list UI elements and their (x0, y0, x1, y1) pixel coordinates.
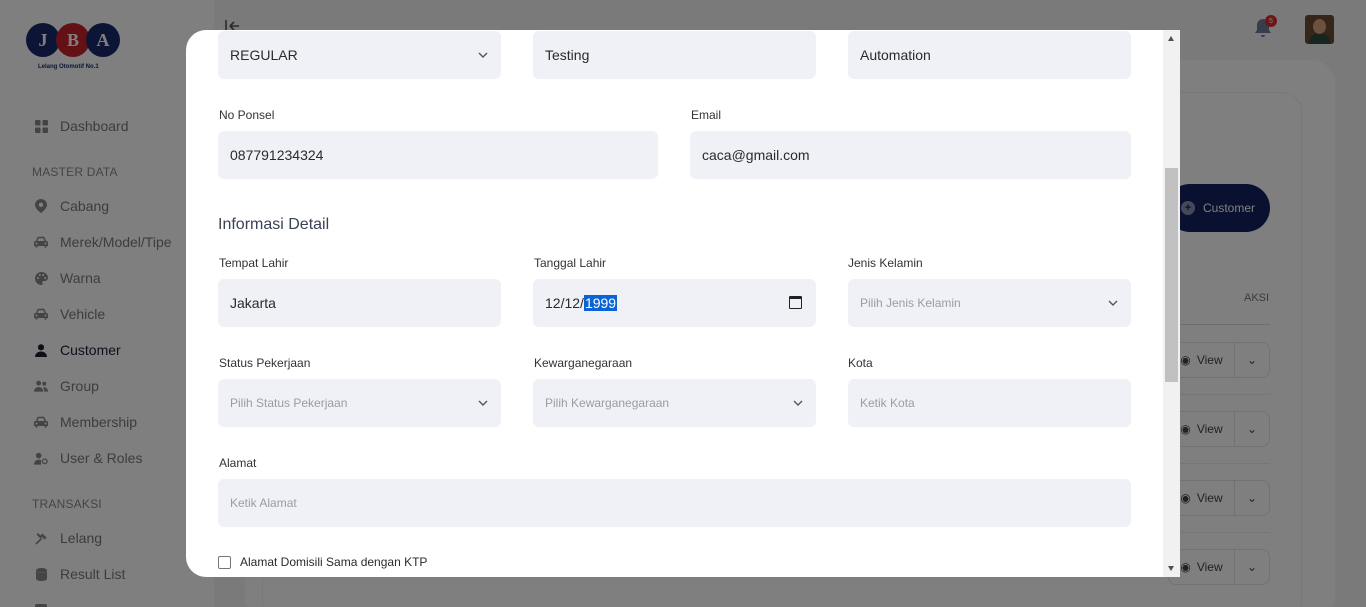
chevron-down-icon (793, 400, 803, 406)
domisili-checkbox-label: Alamat Domisili Sama dengan KTP (240, 555, 428, 569)
status-pekerjaan-select[interactable]: Pilih Status Pekerjaan (218, 379, 501, 427)
scroll-down-arrow-icon[interactable] (1168, 566, 1174, 571)
last-name-value: Automation (860, 47, 931, 63)
kewarganegaraan-placeholder: Pilih Kewarganegaraan (545, 396, 670, 410)
first-name-input[interactable]: Testing (533, 31, 816, 79)
alamat-placeholder: Ketik Alamat (230, 496, 297, 510)
date-month-segment[interactable]: 12 (564, 295, 580, 311)
domisili-checkbox-row[interactable]: Alamat Domisili Sama dengan KTP (218, 555, 427, 569)
tanggal-lahir-label: Tanggal Lahir (534, 256, 607, 270)
chevron-down-icon (478, 52, 488, 58)
no-ponsel-label: No Ponsel (219, 108, 275, 122)
date-year-segment[interactable]: 1999 (583, 295, 618, 311)
chevron-down-icon (478, 400, 488, 406)
email-input[interactable]: caca@gmail.com (690, 131, 1131, 179)
tempat-lahir-input[interactable]: Jakarta (218, 279, 501, 327)
scroll-up-arrow-icon[interactable] (1168, 36, 1174, 41)
first-name-value: Testing (545, 47, 590, 63)
date-day-segment[interactable]: 12 (545, 295, 561, 311)
jenis-kelamin-placeholder: Pilih Jenis Kelamin (860, 296, 961, 310)
status-pekerjaan-placeholder: Pilih Status Pekerjaan (230, 396, 348, 410)
alamat-label: Alamat (219, 456, 257, 470)
email-label: Email (691, 108, 722, 122)
chevron-down-icon (1108, 300, 1118, 306)
customer-form-modal: REGULAR Testing Automation No Ponsel 087… (186, 30, 1180, 577)
calendar-icon[interactable] (789, 296, 802, 309)
tempat-lahir-value: Jakarta (230, 295, 276, 311)
modal-scrollbar[interactable] (1163, 30, 1180, 577)
tanggal-lahir-date-input[interactable]: 12/12/1999 (533, 279, 816, 327)
scrollbar-thumb[interactable] (1165, 168, 1178, 382)
status-pekerjaan-label: Status Pekerjaan (219, 356, 311, 370)
kota-label: Kota (848, 356, 873, 370)
customer-type-value: REGULAR (230, 47, 298, 63)
last-name-input[interactable]: Automation (848, 31, 1131, 79)
kewarganegaraan-label: Kewarganegaraan (534, 356, 633, 370)
customer-type-select[interactable]: REGULAR (218, 31, 501, 79)
jenis-kelamin-select[interactable]: Pilih Jenis Kelamin (848, 279, 1131, 327)
kota-input[interactable]: Ketik Kota (848, 379, 1131, 427)
alamat-input[interactable]: Ketik Alamat (218, 479, 1131, 527)
email-value: caca@gmail.com (702, 147, 810, 163)
kota-placeholder: Ketik Kota (860, 396, 915, 410)
tempat-lahir-label: Tempat Lahir (219, 256, 289, 270)
kewarganegaraan-select[interactable]: Pilih Kewarganegaraan (533, 379, 816, 427)
section-title-informasi-detail: Informasi Detail (218, 216, 330, 233)
no-ponsel-value: 087791234324 (230, 147, 324, 163)
no-ponsel-input[interactable]: 087791234324 (218, 131, 658, 179)
jenis-kelamin-label: Jenis Kelamin (848, 256, 923, 270)
domisili-checkbox[interactable] (218, 555, 231, 569)
